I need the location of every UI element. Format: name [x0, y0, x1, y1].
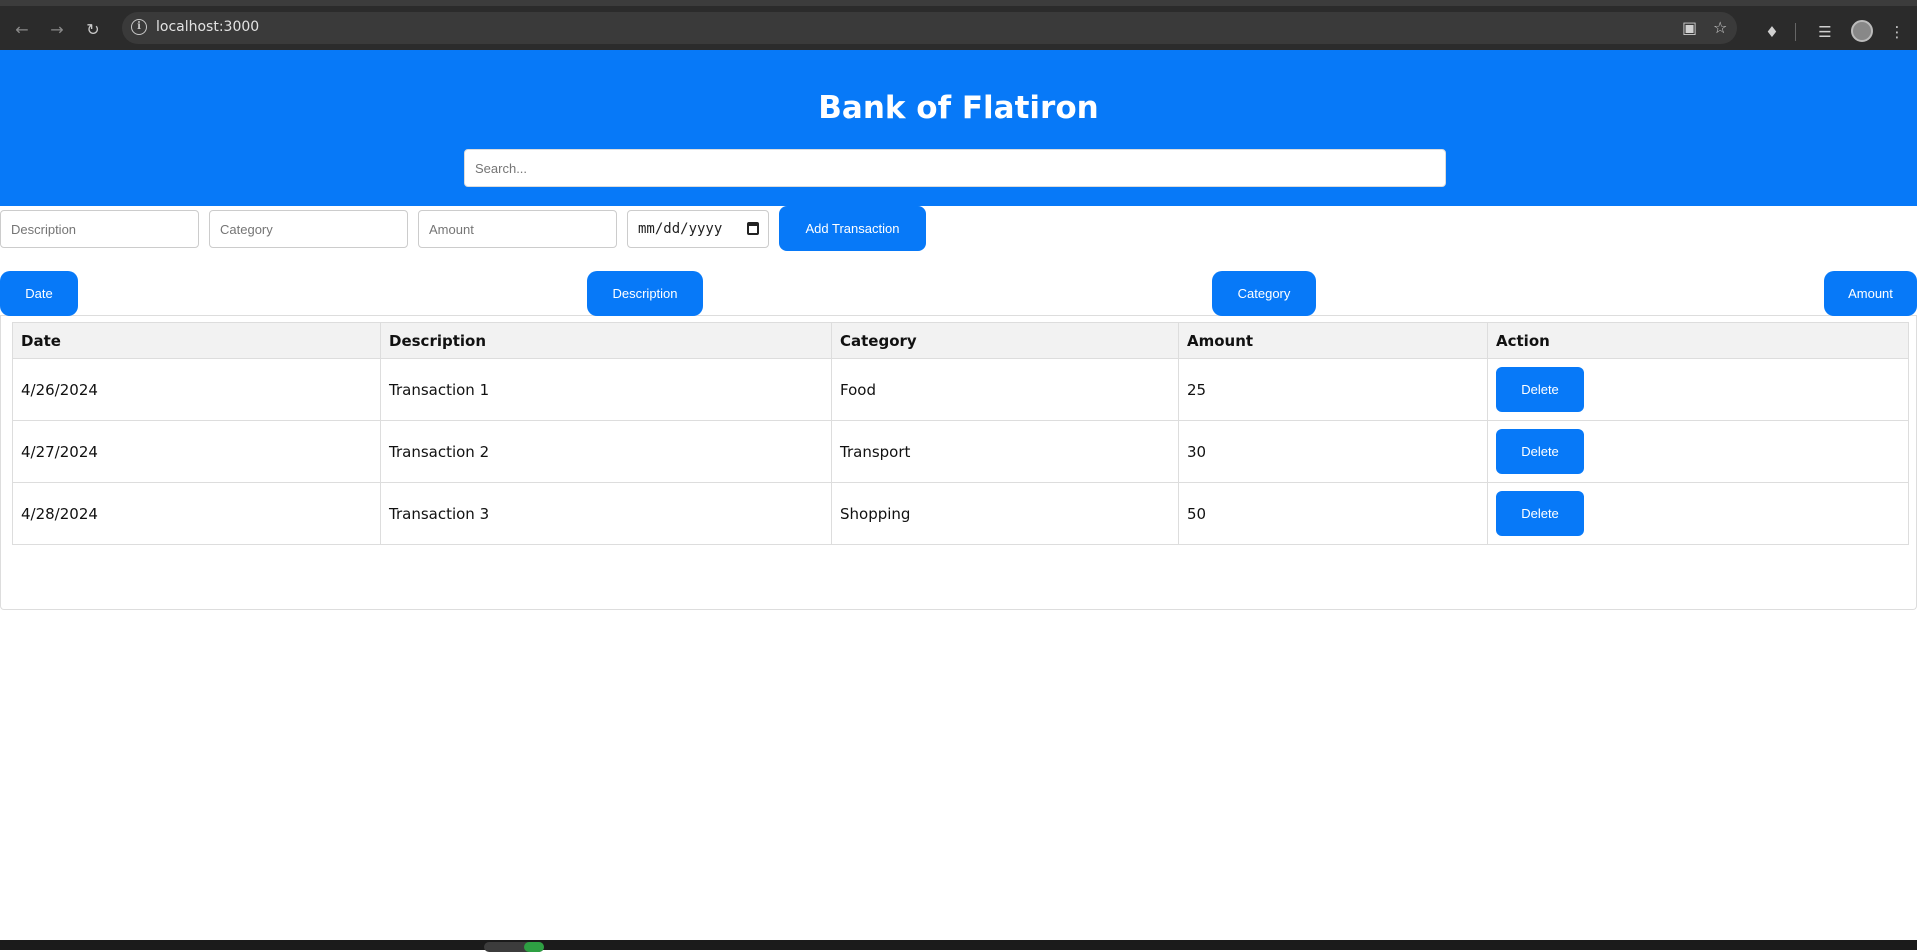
page-title: Bank of Flatiron	[818, 90, 1099, 126]
extensions-icon[interactable]: ♦	[1762, 22, 1782, 42]
taskbar-indicator	[524, 942, 544, 952]
transactions-table-container: Date Description Category Amount Action …	[0, 316, 1917, 610]
transactions-table: Date Description Category Amount Action …	[12, 322, 1909, 545]
cell-date: 4/27/2024	[12, 420, 381, 483]
cell-action: Delete	[1487, 420, 1909, 483]
forward-icon[interactable]: →	[46, 19, 68, 41]
cell-amount: 30	[1178, 420, 1488, 483]
cell-category: Transport	[831, 420, 1179, 483]
address-bar[interactable]: i localhost:3000 ▣ ☆	[122, 12, 1737, 44]
browser-menu-icon[interactable]: ⋮	[1887, 22, 1907, 42]
address-url[interactable]: localhost:3000	[156, 19, 259, 35]
sort-by-date-button[interactable]: Date	[0, 271, 78, 316]
cell-description: Transaction 2	[380, 420, 832, 483]
delete-button[interactable]: Delete	[1496, 429, 1584, 474]
install-app-icon[interactable]: ▣	[1682, 18, 1697, 38]
table-row: 4/26/2024 Transaction 1 Food 25 Delete	[12, 358, 1909, 421]
delete-button[interactable]: Delete	[1496, 367, 1584, 412]
browser-toolbar: ← → ↻ i localhost:3000 ▣ ☆ ♦ ☰ ⋮	[0, 0, 1917, 50]
table-header-row: Date Description Category Amount Action	[12, 322, 1909, 359]
back-icon[interactable]: ←	[11, 19, 33, 41]
column-header-amount: Amount	[1178, 322, 1488, 359]
cell-action: Delete	[1487, 482, 1909, 545]
column-header-action: Action	[1487, 322, 1909, 359]
toolbar-divider	[1795, 23, 1796, 41]
cell-date: 4/26/2024	[12, 358, 381, 421]
sort-by-category-button[interactable]: Category	[1212, 271, 1316, 316]
media-controls-icon[interactable]: ☰	[1815, 22, 1835, 42]
date-field-value: mm/dd/yyyy	[638, 221, 723, 237]
cell-category: Shopping	[831, 482, 1179, 545]
amount-field[interactable]	[418, 210, 617, 248]
column-header-category: Category	[831, 322, 1179, 359]
table-row: 4/27/2024 Transaction 2 Transport 30 Del…	[12, 420, 1909, 483]
site-info-icon[interactable]: i	[131, 19, 147, 35]
cell-amount: 50	[1178, 482, 1488, 545]
reload-icon[interactable]: ↻	[82, 19, 104, 41]
app-page: Bank of Flatiron mm/dd/yyyy Add Transact…	[0, 50, 1917, 940]
calendar-icon[interactable]	[747, 222, 759, 235]
column-header-description: Description	[380, 322, 832, 359]
cell-category: Food	[831, 358, 1179, 421]
date-field[interactable]: mm/dd/yyyy	[627, 210, 769, 248]
cell-action: Delete	[1487, 358, 1909, 421]
description-field[interactable]	[0, 210, 199, 248]
cell-amount: 25	[1178, 358, 1488, 421]
sort-by-description-button[interactable]: Description	[587, 271, 703, 316]
cell-description: Transaction 3	[380, 482, 832, 545]
cell-date: 4/28/2024	[12, 482, 381, 545]
add-transaction-button[interactable]: Add Transaction	[779, 206, 926, 251]
os-taskbar	[0, 940, 1917, 952]
bookmark-star-icon[interactable]: ☆	[1713, 18, 1727, 38]
sort-by-amount-button[interactable]: Amount	[1824, 271, 1917, 316]
delete-button[interactable]: Delete	[1496, 491, 1584, 536]
cell-description: Transaction 1	[380, 358, 832, 421]
column-header-date: Date	[12, 322, 381, 359]
category-field[interactable]	[209, 210, 408, 248]
profile-avatar[interactable]	[1851, 20, 1873, 42]
search-input[interactable]	[464, 149, 1446, 187]
table-row: 4/28/2024 Transaction 3 Shopping 50 Dele…	[12, 482, 1909, 545]
app-header: Bank of Flatiron	[0, 50, 1917, 206]
